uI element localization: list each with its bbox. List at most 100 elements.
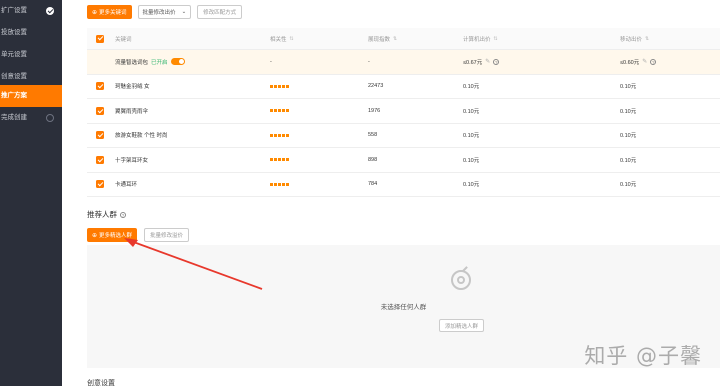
mobile-bid-value[interactable]: 0.10元 — [620, 82, 636, 90]
relevance-bars — [270, 182, 289, 186]
sort-icon: ⇅ — [393, 35, 398, 42]
button-label: 添加精选人群 — [445, 323, 479, 330]
help-icon[interactable]: ? — [650, 58, 657, 65]
mobile-bid-value[interactable]: 0.10元 — [620, 156, 636, 164]
header-label: 移动出价 — [620, 36, 643, 43]
main-panel: ⊕ 更多关键词 批量修改出价 ⌄ 修改匹配方式 关键词 相关性 ⇅ 展现指数 ⇅ 计… — [62, 0, 720, 386]
table-row-smart-pack: 流量智选词包 已开启 - - ≤0.67元 ✎ ? ≤0.60元 ✎ ? — [87, 50, 720, 75]
button-label: 更多关键词 — [99, 10, 127, 16]
status-badge: 已开启 — [151, 59, 168, 66]
keyword-text: 流量智选词包 — [115, 59, 149, 66]
sidebar-item-promo-plan[interactable]: 推广方案 — [0, 85, 62, 107]
sidebar-item-promo-settings[interactable]: 扩广设置 — [0, 0, 62, 22]
header-label: 计算机出价 — [463, 36, 491, 43]
mobile-bid-value: ≤0.60元 — [620, 59, 640, 66]
header-label: 相关性 — [270, 36, 287, 43]
edit-icon[interactable]: ✎ — [485, 58, 490, 65]
next-section-title: 创意设置 — [87, 380, 115, 386]
section-title-text: 推荐人群 — [87, 210, 117, 219]
table-row: 卡通耳环 784 0.10元 0.10元 — [87, 173, 720, 197]
table-row: 十字架耳环女 898 0.10元 0.10元 — [87, 148, 720, 173]
plus-circle-icon: ⊕ — [92, 9, 98, 16]
pc-bid-value[interactable]: 0.10元 — [463, 156, 479, 164]
sidebar-item-label: 投放设置 — [1, 29, 27, 36]
mobile-bid-value[interactable]: 0.10元 — [620, 180, 636, 188]
edit-icon[interactable]: ✎ — [642, 58, 647, 65]
sidebar: 扩广设置 投放设置 单元设置 创意设置 推广方案 完成创建 — [0, 0, 62, 386]
sidebar-item-label: 推广方案 — [1, 92, 27, 99]
pc-bid-value[interactable]: 0.10元 — [463, 180, 479, 188]
sidebar-item-unit-settings[interactable]: 单元设置 — [0, 44, 62, 66]
row-checkbox[interactable] — [96, 155, 104, 164]
hotness-value: 1976 — [368, 107, 381, 114]
row-checkbox[interactable] — [96, 180, 104, 189]
pc-bid-value[interactable]: 0.10元 — [463, 82, 479, 90]
row-checkbox[interactable] — [96, 131, 104, 140]
hotness-value: - — [368, 58, 370, 65]
sidebar-item-label: 创意设置 — [1, 73, 27, 80]
select-all-checkbox[interactable] — [96, 34, 104, 43]
sidebar-item-delivery-settings[interactable]: 投放设置 — [0, 22, 62, 44]
relevance-bars — [270, 84, 289, 88]
header-pc-bid[interactable]: 计算机出价 ⇅ — [463, 28, 498, 49]
keyword-table: 关键词 相关性 ⇅ 展现指数 ⇅ 计算机出价 ⇅ 移动出价 ⇅ 流量智选词包 已开启 -… — [87, 28, 720, 197]
pc-bid-value: ≤0.67元 — [463, 59, 483, 66]
pc-bid-value[interactable]: 0.10元 — [463, 107, 479, 115]
row-checkbox[interactable] — [96, 106, 104, 115]
help-icon[interactable]: ? — [493, 58, 500, 65]
crowd-toolbar: ⊕ 更多精选人群 批量修改溢价 — [87, 228, 190, 242]
button-label: 修改匹配方式 — [203, 10, 237, 16]
sort-icon: ⇅ — [645, 35, 650, 42]
target-icon — [451, 270, 471, 290]
mobile-bid-value[interactable]: 0.10元 — [620, 107, 636, 115]
mobile-bid-value[interactable]: 0.10元 — [620, 131, 636, 139]
keyword-text: 十字架耳环女 — [115, 157, 149, 164]
keyword-text: 旅游女鞋款 个性 时尚 — [115, 133, 168, 140]
button-label: 批量修改溢价 — [150, 233, 184, 239]
check-circle-icon — [46, 7, 54, 15]
table-row: 翼翼雨壳雨伞 1976 0.10元 0.10元 — [87, 99, 720, 124]
bid-batch-select[interactable]: 批量修改出价 ⌄ — [137, 5, 192, 19]
relevance-value: - — [270, 58, 272, 65]
select-value: 批量修改出价 — [142, 10, 176, 16]
header-relevance[interactable]: 相关性 ⇅ — [270, 28, 294, 49]
plus-circle-icon: ⊕ — [92, 232, 98, 239]
pc-bid-value[interactable]: 0.10元 — [463, 131, 479, 139]
header-mobile-bid[interactable]: 移动出价 ⇅ — [620, 28, 649, 49]
header-hotness[interactable]: 展现指数 ⇅ — [368, 28, 397, 49]
help-icon[interactable]: ? — [120, 211, 126, 218]
sidebar-item-finish[interactable]: 完成创建 — [0, 107, 62, 129]
keyword-toolbar: ⊕ 更多关键词 批量修改出价 ⌄ 修改匹配方式 — [87, 5, 243, 19]
relevance-bars — [270, 133, 289, 137]
batch-premium-button[interactable]: 批量修改溢价 — [144, 228, 190, 242]
add-keywords-button[interactable]: ⊕ 更多关键词 — [87, 5, 132, 19]
empty-state-text: 未选择任何人群 — [380, 304, 427, 311]
relevance-bars — [270, 109, 289, 113]
hotness-value: 784 — [368, 181, 378, 188]
table-row: 珂魅金羽绒 女 22473 0.10元 0.10元 — [87, 75, 720, 99]
sidebar-item-label: 单元设置 — [1, 51, 27, 58]
header-label: 展现指数 — [368, 36, 391, 43]
table-row: 旅游女鞋款 个性 时尚 558 0.10元 0.10元 — [87, 124, 720, 148]
header-keyword: 关键词 — [115, 36, 132, 43]
sidebar-item-label: 扩广设置 — [1, 7, 27, 14]
app-root: 扩广设置 投放设置 单元设置 创意设置 推广方案 完成创建 ⊕ 更多关键词 批量… — [0, 0, 720, 386]
keyword-text: 翼翼雨壳雨伞 — [115, 108, 149, 115]
match-type-button[interactable]: 修改匹配方式 — [197, 5, 243, 19]
table-header: 关键词 相关性 ⇅ 展现指数 ⇅ 计算机出价 ⇅ 移动出价 ⇅ — [87, 28, 720, 50]
pending-circle-icon — [46, 114, 54, 122]
hotness-value: 558 — [368, 132, 378, 139]
row-checkbox[interactable] — [96, 82, 104, 91]
smart-pack-toggle[interactable] — [170, 58, 185, 66]
crowd-section-title: 推荐人群 ? — [87, 209, 126, 220]
keyword-text: 卡通耳环 — [115, 182, 138, 189]
add-crowd-empty-button[interactable]: 添加精选人群 — [439, 319, 485, 332]
hotness-value: 22473 — [368, 83, 384, 90]
sort-icon: ⇅ — [493, 35, 498, 42]
chevron-down-icon: ⌄ — [181, 9, 187, 15]
add-crowd-button[interactable]: ⊕ 更多精选人群 — [87, 228, 138, 242]
button-label: 更多精选人群 — [99, 233, 133, 239]
sort-icon: ⇅ — [289, 35, 294, 42]
relevance-bars — [270, 158, 289, 162]
keyword-text: 珂魅金羽绒 女 — [115, 84, 150, 91]
